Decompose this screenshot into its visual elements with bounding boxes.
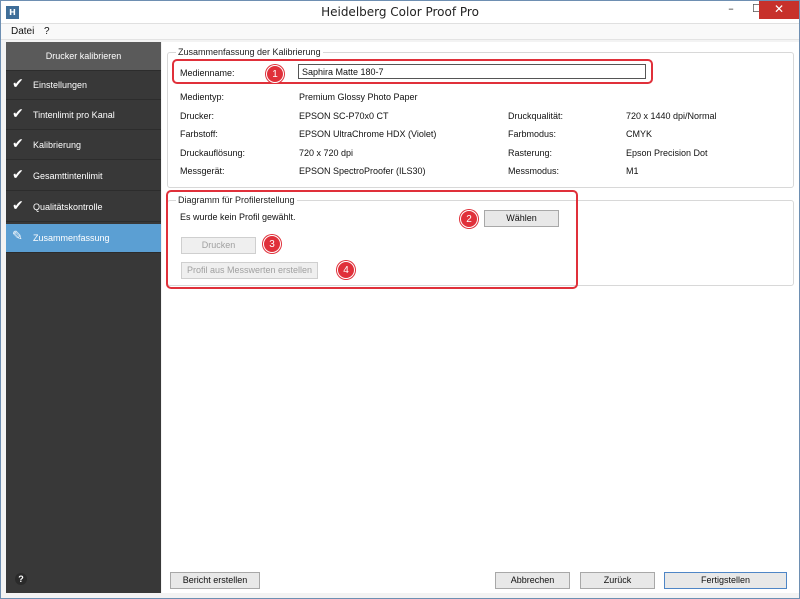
window-title: Heidelberg Color Proof Pro	[321, 5, 479, 19]
menu-datei[interactable]: Datei	[11, 26, 34, 37]
back-button[interactable]: Zurück	[580, 572, 655, 589]
menu-bar: Datei ?	[1, 24, 799, 40]
main-content: Zusammenfassung der Kalibrierung Medienn…	[162, 42, 799, 593]
cancel-button[interactable]: Abbrechen	[495, 572, 570, 589]
drucker-label: Drucker:	[180, 111, 215, 121]
sidebar-item-label: Gesamttintenlimit	[33, 171, 103, 181]
sidebar-item-gesamttintenlimit[interactable]: ✔ Gesamttintenlimit	[6, 162, 161, 191]
sidebar-item-kalibrierung[interactable]: ✔ Kalibrierung	[6, 131, 161, 160]
druckaufloesung-value: 720 x 720 dpi	[299, 148, 354, 158]
rasterung-label: Rasterung:	[508, 148, 553, 158]
drucker-value: EPSON SC-P70x0 CT	[299, 111, 389, 121]
annotation-badge-4: 4	[337, 261, 355, 279]
sidebar-item-drucker-kalibrieren[interactable]: Drucker kalibrieren	[6, 42, 161, 71]
annotation-box-profile	[166, 190, 578, 289]
medientyp-value: Premium Glossy Photo Paper	[299, 92, 418, 102]
sidebar-item-label: Zusammenfassung	[33, 233, 110, 243]
annotation-badge-1: 1	[266, 65, 284, 83]
sidebar-item-einstellungen[interactable]: ✔ Einstellungen	[6, 71, 161, 100]
farbstoff-label: Farbstoff:	[180, 129, 218, 139]
application-window: H Heidelberg Color Proof Pro – ☐ ✕ Datei…	[0, 0, 800, 599]
sidebar-item-label: Einstellungen	[33, 80, 88, 90]
sidebar-item-label: Kalibrierung	[33, 140, 82, 150]
messgeraet-label: Messgerät:	[180, 166, 225, 176]
checkmark-icon: ✔	[12, 106, 24, 122]
create-report-button[interactable]: Bericht erstellen	[170, 572, 260, 589]
footer-bar: Bericht erstellen Abbrechen Zurück Ferti…	[162, 562, 799, 593]
annotation-badge-2: 2	[460, 210, 478, 228]
minimize-button[interactable]: –	[718, 1, 744, 19]
messmodus-label: Messmodus:	[508, 166, 560, 176]
sidebar-item-label: Tintenlimit pro Kanal	[33, 110, 115, 120]
edit-pencil-icon: ✎	[12, 229, 23, 244]
sidebar: Drucker kalibrieren ✔ Einstellungen ✔ Ti…	[6, 42, 161, 593]
druckqualitaet-value: 720 x 1440 dpi/Normal	[626, 111, 717, 121]
annotation-box-1	[172, 59, 653, 84]
title-bar: H Heidelberg Color Proof Pro – ☐ ✕	[1, 1, 799, 24]
rasterung-value: Epson Precision Dot	[626, 148, 708, 158]
finish-button[interactable]: Fertigstellen	[664, 572, 787, 589]
annotation-badge-3: 3	[263, 235, 281, 253]
menu-help[interactable]: ?	[44, 26, 50, 37]
close-button[interactable]: ✕	[759, 1, 799, 19]
help-icon[interactable]: ?	[15, 573, 27, 585]
druckqualitaet-label: Druckqualität:	[508, 111, 564, 121]
sidebar-item-qualitaetskontrolle[interactable]: ✔ Qualitätskontrolle	[6, 193, 161, 222]
farbstoff-value: EPSON UltraChrome HDX (Violet)	[299, 129, 437, 139]
farbmodus-value: CMYK	[626, 129, 653, 139]
medientyp-label: Medientyp:	[180, 92, 225, 102]
section-title: Zusammenfassung der Kalibrierung	[176, 47, 323, 57]
farbmodus-label: Farbmodus:	[508, 129, 557, 139]
messmodus-value: M1	[626, 166, 639, 176]
sidebar-item-label: Drucker kalibrieren	[45, 51, 122, 61]
checkmark-icon: ✔	[12, 198, 24, 214]
messgeraet-value: EPSON SpectroProofer (ILS30)	[299, 166, 426, 176]
checkmark-icon: ✔	[12, 136, 24, 152]
sidebar-item-label: Qualitätskontrolle	[33, 202, 103, 212]
sidebar-item-zusammenfassung[interactable]: ✎ Zusammenfassung	[6, 224, 161, 253]
sidebar-item-tintenlimit-pro-kanal[interactable]: ✔ Tintenlimit pro Kanal	[6, 101, 161, 130]
checkmark-icon: ✔	[12, 167, 24, 183]
druckaufloesung-label: Druckauflösung:	[180, 148, 246, 158]
checkmark-icon: ✔	[12, 76, 24, 92]
